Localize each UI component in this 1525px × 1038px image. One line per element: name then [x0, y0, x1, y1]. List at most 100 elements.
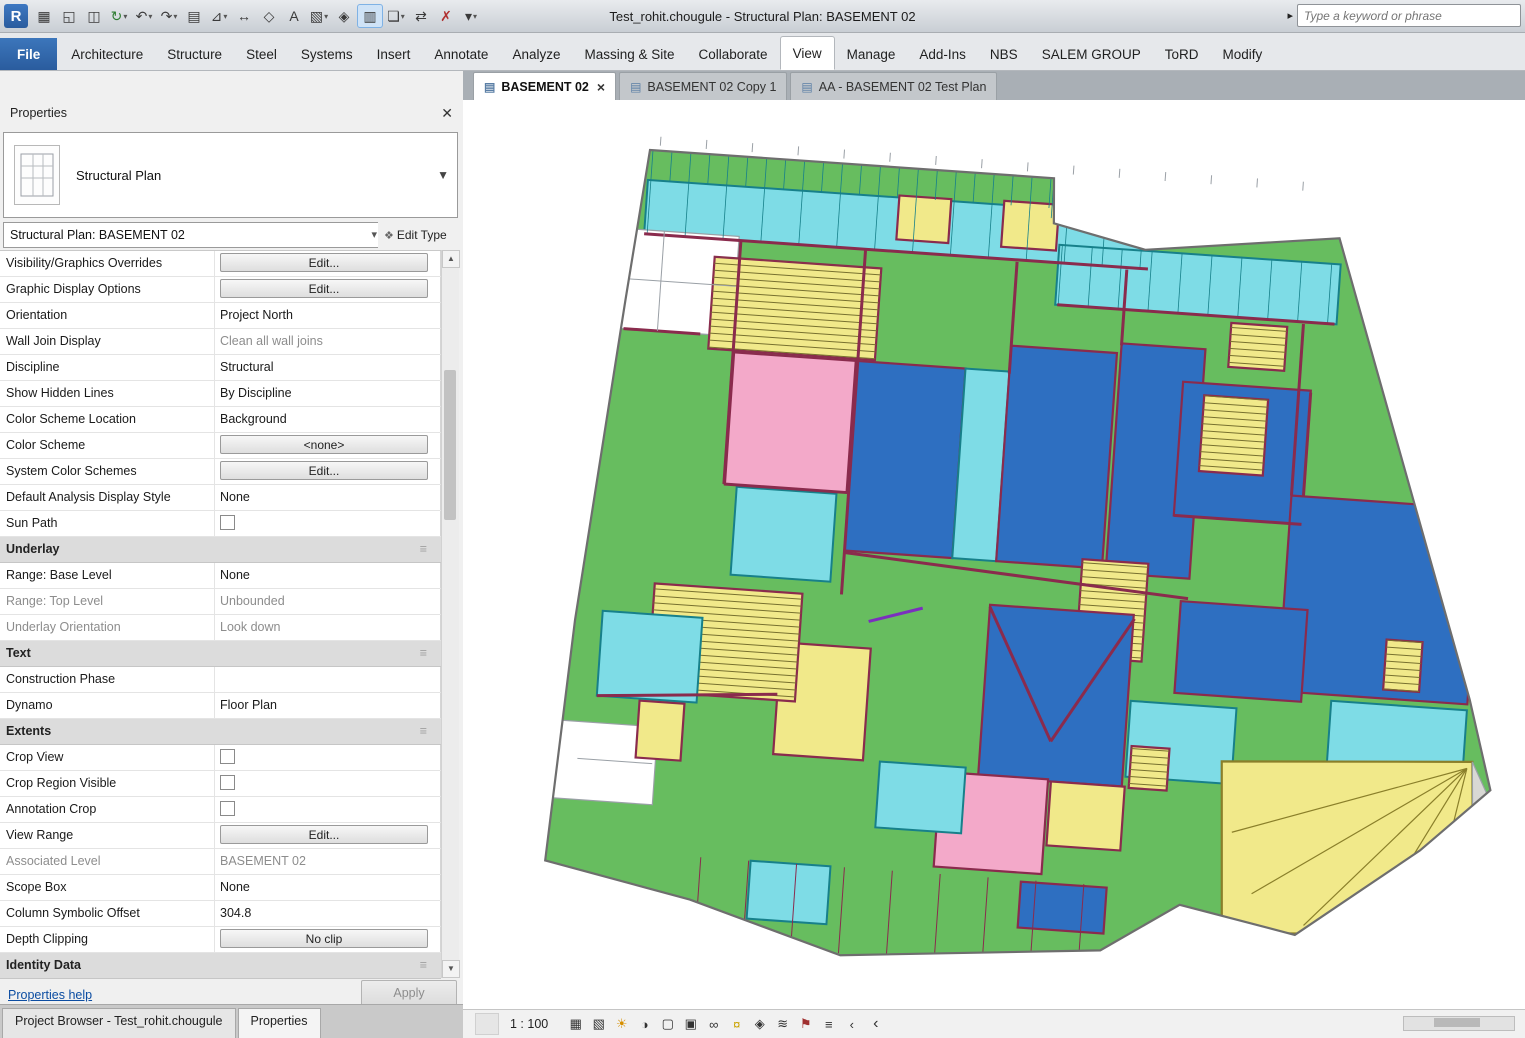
open-icon[interactable]: ◱ [57, 5, 81, 27]
ribbon-tab-modify[interactable]: Modify [1210, 38, 1274, 70]
property-value[interactable]: 304.8 [215, 901, 441, 926]
show-analytical-model-icon[interactable]: ≋ [772, 1014, 793, 1035]
property-value[interactable]: Structural [215, 355, 441, 380]
property-value[interactable] [215, 511, 441, 536]
view-scale[interactable]: 1 : 100 [510, 1017, 548, 1031]
transfer-project-standards-icon[interactable]: ⇄ [409, 5, 433, 27]
close-inactive-views-icon[interactable]: ✗ [434, 5, 458, 27]
temporary-view-properties-icon[interactable]: ◈ [749, 1014, 770, 1035]
save-icon[interactable]: ◫ [82, 5, 106, 27]
property-value[interactable]: None [215, 485, 441, 510]
print-icon[interactable]: ▤ [182, 5, 206, 27]
property-button-depth-clipping[interactable]: No clip [220, 929, 428, 948]
search-expand-icon[interactable]: ▸ [1287, 9, 1293, 22]
property-button-view-range[interactable]: Edit... [220, 825, 428, 844]
close-icon[interactable]: ✕ [441, 105, 453, 122]
bottom-tab-project-browser-test-rohit-chougule[interactable]: Project Browser - Test_rohit.chougule [2, 1008, 236, 1038]
tag-by-category-icon[interactable]: ◇ [257, 5, 281, 27]
property-button-graphic-display-options[interactable]: Edit... [220, 279, 428, 298]
detail-level-icon[interactable]: ▦ [565, 1014, 586, 1035]
checkbox[interactable] [220, 515, 235, 530]
reveal-constraints-icon[interactable]: ⚑ [795, 1014, 816, 1035]
ribbon-tab-add-ins[interactable]: Add-Ins [907, 38, 978, 70]
thin-lines-icon[interactable]: ▥ [357, 4, 383, 28]
sun-path-icon[interactable]: ☀ [611, 1014, 632, 1035]
properties-scrollbar[interactable]: ▲ ▼ [441, 250, 459, 978]
temporary-hide-isolate-icon[interactable]: ∞ [703, 1014, 724, 1035]
property-value[interactable]: Edit... [215, 823, 441, 848]
show-crop-region-icon[interactable]: ▣ [680, 1014, 701, 1035]
property-value[interactable]: Floor Plan [215, 693, 441, 718]
redo-icon[interactable]: ↷ [157, 5, 181, 27]
view-tab-basement-02-copy-1[interactable]: ▤BASEMENT 02 Copy 1 [619, 72, 787, 100]
property-value[interactable]: By Discipline [215, 381, 441, 406]
checkbox[interactable] [220, 801, 235, 816]
property-button-system-color-schemes[interactable]: Edit... [220, 461, 428, 480]
checkbox[interactable] [220, 775, 235, 790]
property-value[interactable]: <none> [215, 433, 441, 458]
edit-type-button[interactable]: ❖ Edit Type [378, 222, 458, 248]
chevron-down-icon[interactable]: ▼ [437, 168, 449, 182]
scroll-down-icon[interactable]: ▼ [442, 960, 460, 978]
search-input[interactable] [1297, 4, 1521, 27]
ribbon-tab-architecture[interactable]: Architecture [59, 38, 155, 70]
property-value[interactable]: Background [215, 407, 441, 432]
section-header-text[interactable]: Text≡ [0, 641, 441, 667]
property-value[interactable]: Project North [215, 303, 441, 328]
property-value[interactable]: None [215, 563, 441, 588]
ribbon-tab-massing-site[interactable]: Massing & Site [572, 38, 686, 70]
apply-button[interactable]: Apply [361, 980, 457, 1006]
ribbon-tab-tord[interactable]: ToRD [1153, 38, 1211, 70]
property-button-color-scheme[interactable]: <none> [220, 435, 428, 454]
property-value[interactable] [215, 771, 441, 796]
synchronize-icon[interactable]: ↻ [107, 5, 131, 27]
scrollbar-thumb[interactable] [444, 370, 456, 520]
reveal-hidden-elements-icon[interactable]: ¤ [726, 1014, 747, 1035]
ribbon-tab-collaborate[interactable]: Collaborate [687, 38, 780, 70]
horizontal-scrollbar-thumb[interactable] [1434, 1018, 1480, 1027]
checkbox[interactable] [220, 749, 235, 764]
previous-pan-icon[interactable]: ‹ [865, 1014, 886, 1035]
type-selector[interactable]: Structural Plan ▼ [3, 132, 458, 218]
worksharing-display-icon[interactable]: ≡ [818, 1014, 839, 1035]
view-tab-basement-02[interactable]: ▤BASEMENT 02× [473, 72, 616, 100]
horizontal-scrollbar[interactable] [1403, 1016, 1515, 1031]
menu-grid-icon[interactable]: ▦ [32, 5, 56, 27]
default-3d-view-icon[interactable]: ▧ [307, 5, 331, 27]
bottom-tab-properties[interactable]: Properties [238, 1008, 321, 1038]
ribbon-tab-steel[interactable]: Steel [234, 38, 289, 70]
visual-style-icon[interactable]: ▧ [588, 1014, 609, 1035]
property-value[interactable]: Edit... [215, 459, 441, 484]
property-button-visibility-graphics-overrides[interactable]: Edit... [220, 253, 428, 272]
ribbon-tab-insert[interactable]: Insert [365, 38, 423, 70]
scroll-up-icon[interactable]: ▲ [442, 250, 460, 268]
ribbon-tab-systems[interactable]: Systems [289, 38, 365, 70]
drawing-area[interactable] [463, 100, 1525, 1010]
property-value[interactable]: BASEMENT 02 [215, 849, 441, 874]
measure-icon[interactable]: ⊿ [207, 5, 231, 27]
ribbon-tab-file[interactable]: File [0, 38, 57, 70]
property-value[interactable] [215, 745, 441, 770]
section-header-underlay[interactable]: Underlay≡ [0, 537, 441, 563]
ribbon-tab-manage[interactable]: Manage [835, 38, 908, 70]
ribbon-tab-structure[interactable]: Structure [155, 38, 234, 70]
property-value[interactable]: No clip [215, 927, 441, 952]
property-value[interactable]: Edit... [215, 251, 441, 276]
ribbon-tab-salem-group[interactable]: SALEM GROUP [1030, 38, 1153, 70]
view-tab-aa-basement-02-test-plan[interactable]: ▤AA - BASEMENT 02 Test Plan [790, 72, 997, 100]
aligned-dimension-icon[interactable]: ↔ [232, 5, 256, 27]
property-value[interactable]: Edit... [215, 277, 441, 302]
instance-selector[interactable]: Structural Plan: BASEMENT 02 ▾ [3, 222, 383, 248]
switch-windows-icon[interactable]: ❏ [384, 5, 408, 27]
floor-plan[interactable] [463, 100, 1525, 1010]
model-text-icon[interactable]: A [282, 5, 306, 27]
shadows-icon[interactable]: ◑ [634, 1014, 655, 1035]
property-value[interactable] [215, 797, 441, 822]
section-icon[interactable]: ◈ [332, 5, 356, 27]
undo-icon[interactable]: ↶ [132, 5, 156, 27]
previous-pan-zoom-icon[interactable]: ‹ [841, 1014, 862, 1035]
ribbon-tab-analyze[interactable]: Analyze [500, 38, 572, 70]
properties-help-link[interactable]: Properties help [8, 988, 92, 1002]
close-icon[interactable]: × [597, 79, 605, 95]
property-value[interactable]: Unbounded [215, 589, 441, 614]
